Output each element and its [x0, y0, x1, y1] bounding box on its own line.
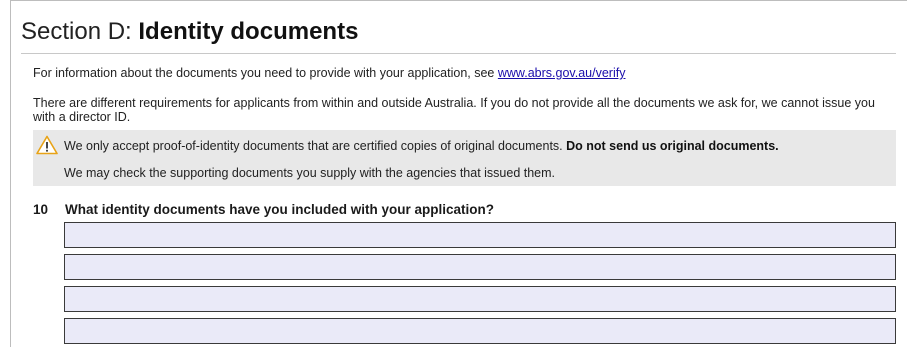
documents-info-text: For information about the documents you …	[33, 66, 625, 80]
identity-document-field-3[interactable]	[64, 286, 896, 312]
certified-copies-notice: We only accept proof-of-identity documen…	[64, 139, 779, 153]
section-heading: Section D: Identity documents	[21, 18, 896, 54]
identity-document-field-4[interactable]	[64, 318, 896, 344]
question-10: 10 What identity documents have you inclu…	[33, 202, 494, 218]
requirements-info-text: There are different requirements for app…	[33, 96, 875, 124]
identity-document-field-2[interactable]	[64, 254, 896, 280]
question-text: What identity documents have you include…	[65, 202, 495, 217]
question-number: 10	[33, 202, 49, 217]
verify-link[interactable]: www.abrs.gov.au/verify	[498, 66, 626, 80]
section-title: Identity documents	[138, 18, 359, 45]
identity-document-field-1[interactable]	[64, 222, 896, 248]
warning-icon	[36, 135, 58, 155]
agency-check-notice: We may check the supporting documents yo…	[64, 166, 556, 180]
do-not-send-originals: Do not send us original documents.	[566, 139, 779, 153]
documents-info-label: For information about the documents you …	[33, 66, 498, 80]
notice-box: We only accept proof-of-identity documen…	[33, 130, 896, 186]
section-prefix: Section D:	[21, 18, 139, 45]
certified-copies-text: We only accept proof-of-identity documen…	[64, 139, 567, 153]
